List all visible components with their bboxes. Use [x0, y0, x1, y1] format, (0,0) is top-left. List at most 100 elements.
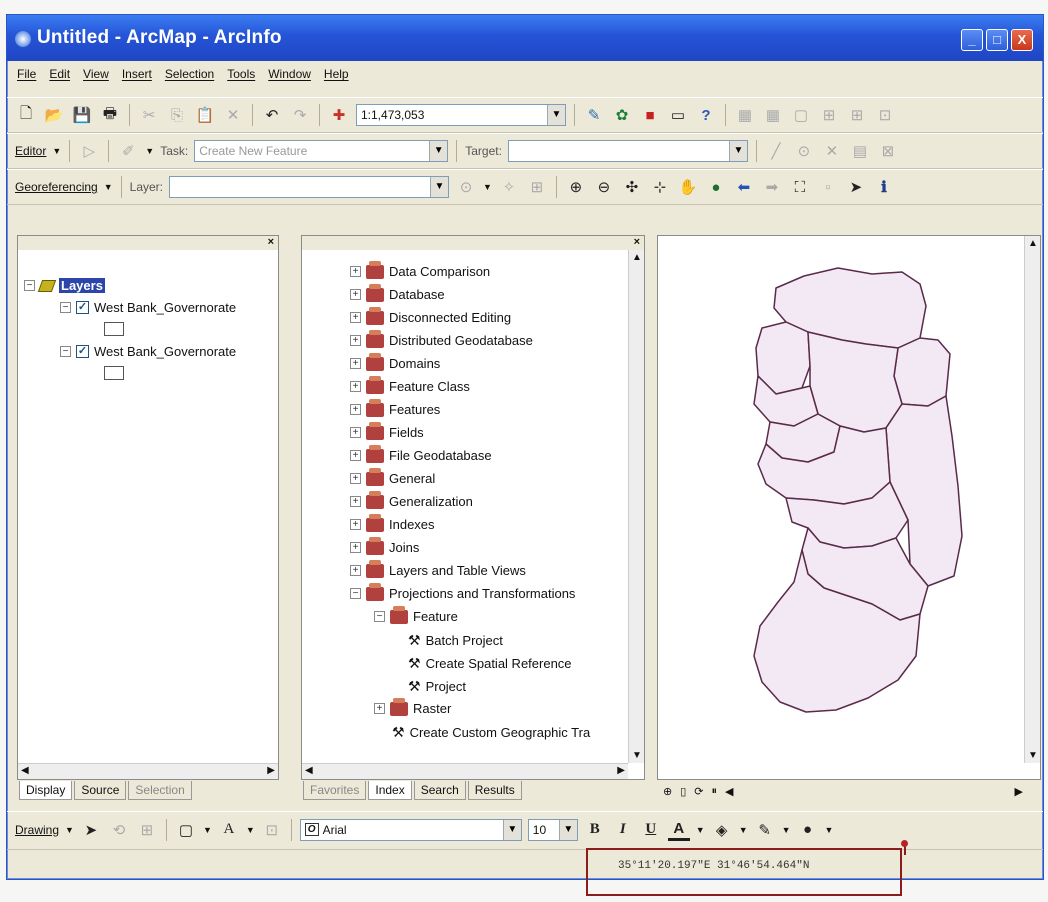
link-table-icon[interactable]: ⊞: [526, 176, 548, 198]
layer-name[interactable]: West Bank_Governorate: [94, 300, 236, 315]
chevron-down-icon[interactable]: ▼: [145, 146, 154, 156]
toolset-row[interactable]: − Projections and Transformations: [350, 582, 575, 601]
chevron-down-icon[interactable]: ▼: [104, 182, 113, 192]
scroll-right-icon[interactable]: ▶: [617, 765, 625, 776]
delete-vertex-icon[interactable]: ✕: [821, 140, 843, 162]
expand-icon[interactable]: +: [350, 427, 361, 438]
menu-tools[interactable]: Tools: [227, 67, 255, 81]
chevron-down-icon[interactable]: ▼: [739, 825, 748, 835]
scroll-right-icon[interactable]: ▶: [1015, 785, 1023, 798]
zoom-to-selected-icon[interactable]: ⊞: [136, 819, 158, 841]
tool-row[interactable]: ⚒ Create Spatial Reference: [408, 655, 572, 672]
tree-label[interactable]: Create Spatial Reference: [426, 656, 572, 671]
toc-root-label[interactable]: Layers: [59, 278, 105, 293]
paste-icon[interactable]: 📋: [194, 104, 216, 126]
edit-vertices-icon[interactable]: ⊡: [261, 819, 283, 841]
menu-file[interactable]: File: [17, 67, 36, 81]
rotate-icon[interactable]: ⟲: [108, 819, 130, 841]
scroll-left-icon[interactable]: ◀: [305, 765, 313, 776]
chevron-down-icon[interactable]: ▼: [502, 819, 521, 840]
tab-selection[interactable]: Selection: [128, 781, 192, 800]
font-color-button[interactable]: A: [667, 819, 690, 841]
chevron-down-icon[interactable]: ▼: [430, 177, 448, 197]
chevron-down-icon[interactable]: ▼: [728, 141, 747, 161]
chevron-down-icon[interactable]: ▼: [782, 825, 791, 835]
tree-label[interactable]: Domains: [389, 356, 440, 371]
layer-row[interactable]: − ✓ West Bank_Governorate: [60, 300, 236, 315]
scroll-left-icon[interactable]: ◀: [725, 785, 733, 798]
collapse-icon[interactable]: −: [60, 302, 71, 313]
menu-insert[interactable]: Insert: [122, 67, 152, 81]
layer-visibility-checkbox[interactable]: ✓: [76, 345, 89, 358]
toolset-row[interactable]: + Data Comparison: [350, 260, 490, 279]
menu-edit[interactable]: Edit: [49, 67, 70, 81]
task-combo[interactable]: Create New Feature ▼: [194, 140, 449, 162]
tree-label[interactable]: Features: [389, 402, 440, 417]
close-button[interactable]: X: [1011, 29, 1033, 51]
expand-icon[interactable]: +: [350, 358, 361, 369]
text-icon[interactable]: A: [218, 819, 240, 841]
expand-icon[interactable]: +: [350, 519, 361, 530]
expand-icon[interactable]: +: [350, 266, 361, 277]
chevron-down-icon[interactable]: ▼: [246, 825, 255, 835]
toolset-row[interactable]: + Fields: [350, 421, 424, 440]
layer-row[interactable]: − ✓ West Bank_Governorate: [60, 344, 236, 359]
tree-label[interactable]: Indexes: [389, 517, 435, 532]
pause-drawing-icon[interactable]: ⏸: [712, 785, 718, 798]
toolset-row[interactable]: − Feature: [374, 605, 458, 624]
attributes-icon[interactable]: ▤: [849, 140, 871, 162]
scroll-left-icon[interactable]: ◀: [21, 765, 29, 776]
back-extent-icon[interactable]: ⬅: [733, 176, 755, 198]
zoom-in-icon[interactable]: ⊕: [565, 176, 587, 198]
tree-label[interactable]: Projections and Transformations: [389, 586, 575, 601]
tool-row[interactable]: ⚒ Project: [408, 678, 466, 695]
layer-combo[interactable]: ▼: [169, 176, 449, 198]
collapse-icon[interactable]: −: [24, 280, 35, 291]
maximize-button[interactable]: □: [986, 29, 1008, 51]
editor-toolbar-icon[interactable]: ✎: [583, 104, 605, 126]
rectangle-icon[interactable]: ▢: [175, 819, 197, 841]
fixed-zoom-in-icon[interactable]: ✣: [621, 176, 643, 198]
map-vertical-scrollbar[interactable]: ▲ ▼: [1024, 236, 1040, 763]
tree-label[interactable]: Joins: [389, 540, 419, 555]
toolbox-horizontal-scrollbar[interactable]: ◀ ▶: [302, 763, 628, 779]
collapse-icon[interactable]: −: [60, 346, 71, 357]
toolset-row[interactable]: + Distributed Geodatabase: [350, 329, 533, 348]
cut-icon[interactable]: ✂: [138, 104, 160, 126]
tree-label[interactable]: Distributed Geodatabase: [389, 333, 533, 348]
tree-label[interactable]: Raster: [413, 701, 451, 716]
tree-label[interactable]: Fields: [389, 425, 424, 440]
rotate-icon[interactable]: ⊙: [455, 176, 477, 198]
expand-icon[interactable]: +: [350, 312, 361, 323]
expand-icon[interactable]: +: [350, 473, 361, 484]
scroll-up-icon[interactable]: ▲: [632, 252, 642, 263]
scroll-down-icon[interactable]: ▼: [632, 750, 642, 761]
expand-icon[interactable]: +: [374, 703, 385, 714]
layout-tool-icon[interactable]: ▢: [790, 104, 812, 126]
italic-button[interactable]: I: [612, 819, 634, 841]
arctoolbox-icon[interactable]: ■: [639, 104, 661, 126]
toc-close-icon[interactable]: ×: [18, 236, 278, 250]
chevron-down-icon[interactable]: ▼: [429, 141, 448, 161]
expand-icon[interactable]: +: [350, 565, 361, 576]
copy-icon[interactable]: ⎘: [166, 104, 188, 126]
layout-view-icon[interactable]: ▯: [680, 785, 686, 798]
refresh-icon[interactable]: ⟳: [694, 785, 703, 798]
toolset-row[interactable]: + Disconnected Editing: [350, 306, 511, 325]
fixed-zoom-out-icon[interactable]: ⊹: [649, 176, 671, 198]
print-icon[interactable]: 🖶: [99, 104, 121, 126]
toolbox-vertical-scrollbar[interactable]: ▲ ▼: [628, 250, 644, 763]
tab-favorites[interactable]: Favorites: [303, 781, 367, 800]
tab-results[interactable]: Results: [467, 781, 522, 800]
toolset-row[interactable]: + Feature Class: [350, 375, 470, 394]
toolset-row[interactable]: + Raster: [374, 697, 451, 716]
split-tool-icon[interactable]: ╱: [765, 140, 787, 162]
sketch-tool-icon[interactable]: ✐: [117, 140, 139, 162]
full-extent-icon[interactable]: ●: [705, 176, 727, 198]
expand-icon[interactable]: +: [350, 335, 361, 346]
expand-icon[interactable]: +: [350, 381, 361, 392]
layout-tool-icon[interactable]: ⊞: [846, 104, 868, 126]
fill-color-icon[interactable]: ◈: [711, 819, 733, 841]
tree-label[interactable]: Batch Project: [426, 633, 503, 648]
toolset-row[interactable]: + General: [350, 467, 435, 486]
